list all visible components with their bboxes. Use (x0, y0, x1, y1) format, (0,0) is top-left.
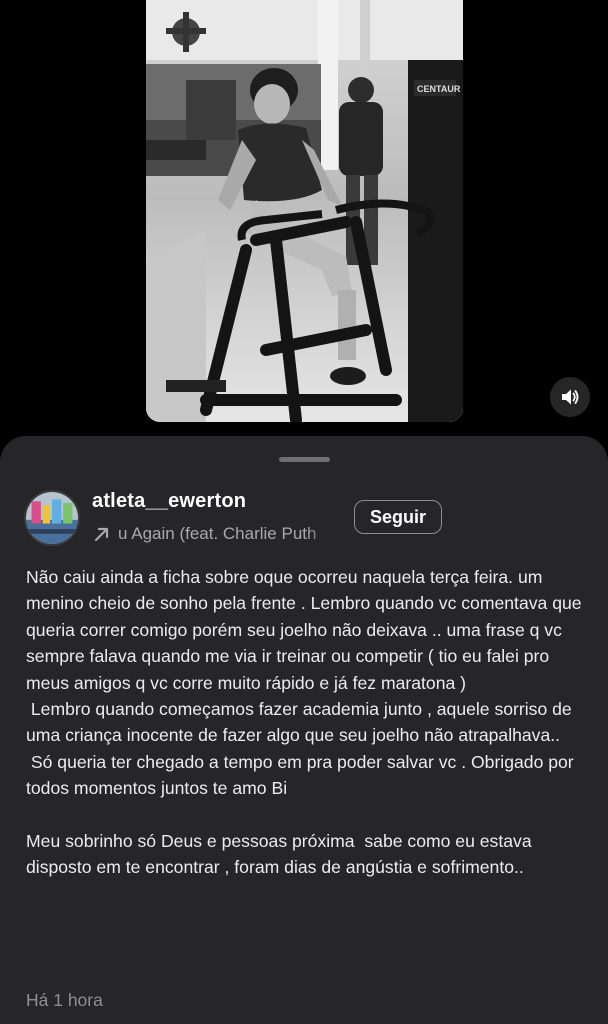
post-caption: Não caiu ainda a ficha sobre oque ocorre… (26, 564, 596, 881)
caption-paragraph: Lembro quando começamos fazer academia j… (26, 699, 577, 746)
username[interactable]: atleta__ewerton (92, 490, 246, 513)
video-frame: CENTAUR (146, 0, 463, 422)
follow-button[interactable]: Seguir (354, 500, 442, 534)
caption-paragraph: Só queria ter chegado a tempo em pra pod… (26, 751, 579, 799)
speaker-icon (562, 389, 579, 405)
caption-paragraph: Não caiu ainda a ficha sobre oque ocorre… (26, 567, 587, 693)
video-preview[interactable]: CENTAUR (146, 0, 463, 422)
audio-track-name: u Again (feat. Charlie Puth (118, 524, 317, 543)
post-timestamp: Há 1 hora (26, 990, 103, 1010)
arrow-up-right-icon (94, 527, 109, 542)
caption-blank-line (26, 802, 596, 828)
post-sheet: atleta__ewerton u Again (feat. Charlie P… (0, 436, 608, 1024)
profile-picture (26, 492, 78, 544)
audio-link[interactable]: u Again (feat. Charlie Puth (92, 522, 338, 546)
sheet-grabber[interactable] (279, 457, 330, 462)
svg-text:CENTAUR: CENTAUR (417, 84, 461, 94)
mute-button[interactable] (550, 377, 590, 417)
avatar[interactable] (24, 490, 80, 546)
caption-paragraph: Meu sobrinho só Deus e pessoas próxima s… (26, 831, 537, 878)
